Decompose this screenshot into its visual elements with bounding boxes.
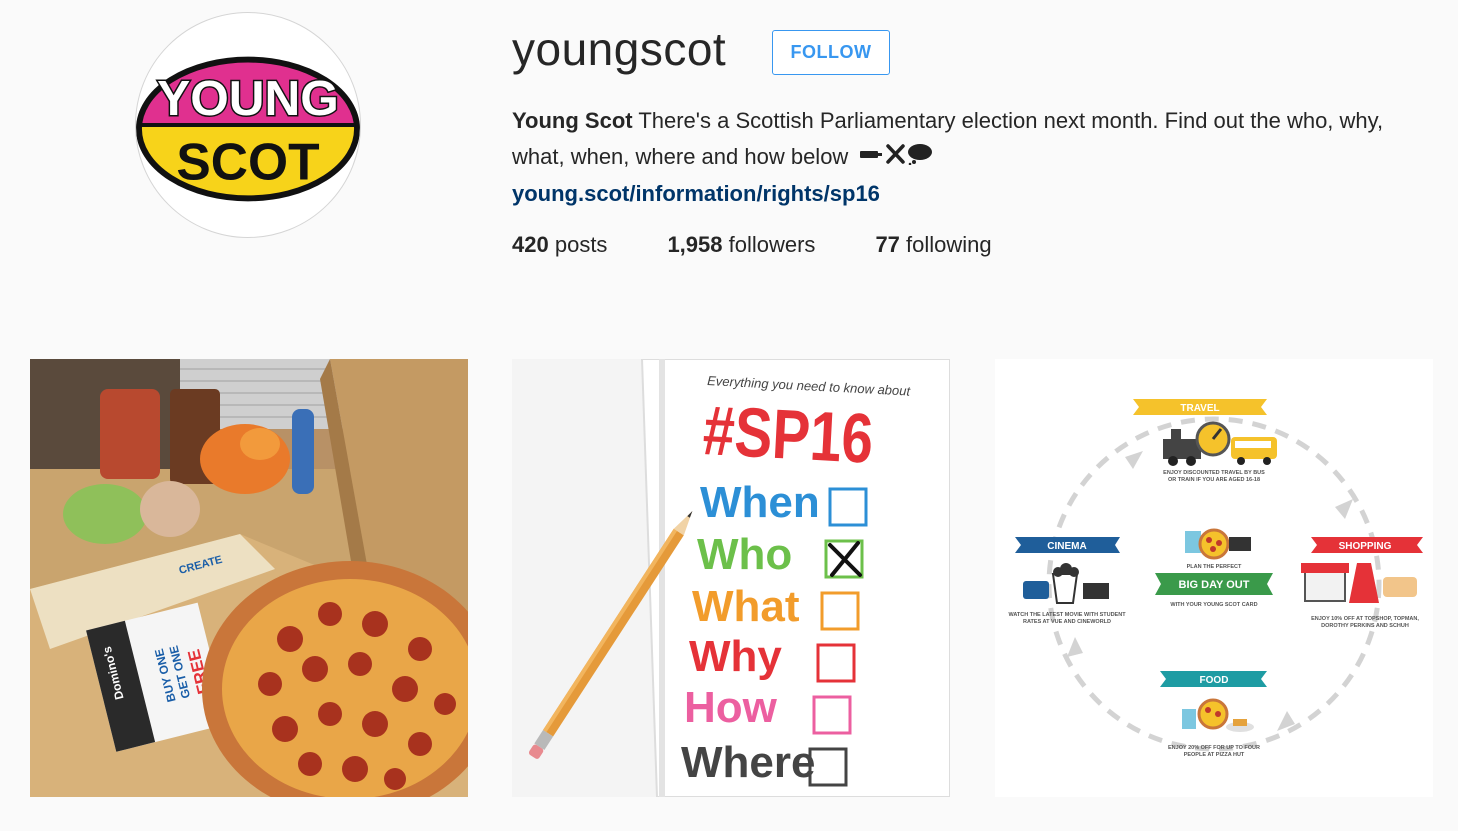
followers-label: followers (728, 232, 816, 257)
follow-button[interactable]: FOLLOW (772, 30, 890, 75)
bio-link[interactable]: young.scot/information/rights/sp16 (512, 176, 880, 212)
bio-full-name: Young Scot (512, 108, 633, 133)
stat-followers[interactable]: 1,958 followers (667, 232, 815, 258)
tag-icon (1383, 577, 1417, 597)
sp16-checklist-image: Everything you need to know about #SP16 … (512, 359, 950, 797)
young-scot-logo: YOUNG SCOT (136, 56, 360, 202)
stat-following[interactable]: 77 following (875, 232, 991, 258)
center-banner-text: BIG DAY OUT (1179, 579, 1250, 591)
checklist-item-what: What (692, 582, 800, 631)
checklist-item-why: Why (689, 632, 782, 681)
food-label: FOOD (1200, 675, 1229, 686)
post-thumbnail-infographic[interactable]: TRAVEL ENJOY DISCOUNTED TRAVEL BY BUS OR… (995, 359, 1433, 797)
following-count: 77 (875, 232, 900, 257)
bio-emoji (858, 140, 934, 176)
travel-desc-2: OR TRAIN IF YOU ARE AGED 16-18 (1168, 477, 1260, 483)
center-bottom-text: WITH YOUR YOUNG SCOT CARD (1170, 602, 1257, 608)
checklist-item-how: How (684, 683, 778, 732)
bio-text: There's a Scottish Parliamentary electio… (512, 108, 1384, 169)
post-thumbnail-sp16[interactable]: Everything you need to know about #SP16 … (512, 359, 950, 797)
food-desc-1: ENJOY 20% OFF FOR UP TO FOUR (1168, 745, 1260, 751)
clapperboard-icon (1083, 583, 1109, 599)
big-day-out-infographic: TRAVEL ENJOY DISCOUNTED TRAVEL BY BUS OR… (995, 359, 1433, 797)
x-mark-icon (886, 144, 906, 164)
ballot-box-icon (860, 151, 883, 159)
travel-desc-1: ENJOY DISCOUNTED TRAVEL BY BUS (1163, 470, 1265, 476)
ticket-icon (1023, 581, 1049, 599)
checklist-item-when: When (700, 478, 820, 527)
shopping-desc-2: DOROTHY PERKINS AND SCHUH (1321, 623, 1409, 629)
cinema-desc-2: RATES AT VUE AND CINEWORLD (1023, 619, 1111, 625)
shop-icon (1301, 563, 1349, 602)
food-desc-2: PEOPLE AT PIZZA HUT (1184, 752, 1245, 758)
checklist-item-who: Who (697, 530, 792, 579)
stat-posts: 420 posts (512, 232, 607, 258)
following-label: following (906, 232, 992, 257)
followers-count: 1,958 (667, 232, 723, 257)
logo-young-text: YOUNG (157, 70, 339, 126)
posts-label: posts (554, 232, 608, 257)
post-thumbnail-pizza[interactable]: Domino's BUY ONE GET ONE FREE CREATE (30, 359, 468, 797)
profile-bio: Young Scot There's a Scottish Parliament… (512, 103, 1412, 212)
sp16-hashtag-text: #SP16 (701, 391, 875, 478)
cinema-label: CINEMA (1047, 541, 1086, 552)
logo-scot-text: SCOT (176, 133, 319, 191)
speech-bubble-icon (908, 144, 933, 166)
travel-label: TRAVEL (1180, 403, 1219, 414)
shopping-label: SHOPPING (1339, 541, 1392, 552)
profile-stats: 420 posts 1,958 followers 77 following (512, 232, 1052, 258)
pizza-photo: Domino's BUY ONE GET ONE FREE CREATE (30, 359, 468, 797)
shopping-desc-1: ENJOY 10% OFF AT TOPSHOP, TOPMAN, (1311, 616, 1419, 622)
checklist-item-where: Where (681, 738, 815, 787)
cinema-desc-1: WATCH THE LATEST MOVIE WITH STUDENT (1008, 612, 1126, 618)
speedometer-icon (1195, 421, 1231, 457)
center-top-text: PLAN THE PERFECT (1187, 564, 1242, 570)
posts-count: 420 (512, 232, 549, 257)
profile-username: youngscot (512, 23, 727, 75)
profile-avatar[interactable]: YOUNG SCOT (135, 12, 361, 238)
